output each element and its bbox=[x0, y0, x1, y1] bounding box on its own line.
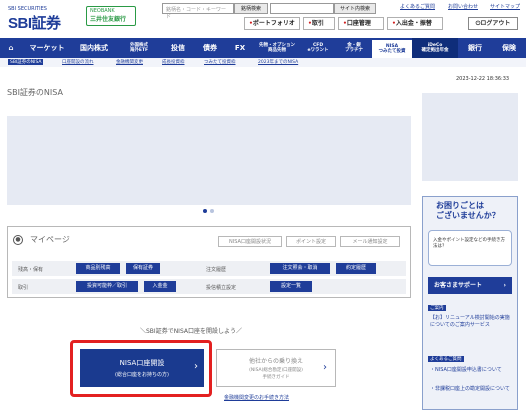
transfer-account-button[interactable]: 他社からの乗り換え (NISA(総合勘定)口座開設) 手続きガイド › bbox=[216, 349, 336, 387]
logo-brand: SBI証券 bbox=[8, 15, 61, 32]
nav-gold[interactable]: 金・銀 プラチナ bbox=[336, 38, 372, 58]
row1-label-holdings: 残高・保有 bbox=[18, 267, 44, 273]
current-datetime: 2023-12-22 18:36:33 bbox=[456, 76, 510, 82]
nav-bond[interactable]: 債券 bbox=[194, 38, 226, 58]
home-icon[interactable]: ⌂ bbox=[0, 38, 22, 58]
change-institution-link[interactable]: 金融機関変更のお手続き方法 bbox=[224, 394, 289, 401]
execution-history-button[interactable]: 約定履歴 bbox=[336, 263, 376, 274]
nisa-status-button[interactable]: NISA口座開設状況 bbox=[218, 236, 282, 247]
nav-nisa[interactable]: NISA つみたて投資 bbox=[372, 38, 412, 58]
subnav-old-nisa[interactable]: 2023年までのNISA bbox=[258, 59, 298, 65]
nav-ideco[interactable]: iDeCo 確定拠出年金 bbox=[412, 38, 458, 58]
subnav-change-institution[interactable]: 金融機関変更 bbox=[116, 59, 143, 65]
account-button[interactable]: •口座管理 bbox=[338, 17, 384, 30]
logout-label: ログアウト bbox=[480, 20, 511, 27]
contact-link[interactable]: お問い合わせ bbox=[448, 3, 478, 10]
nav-fx[interactable]: FX bbox=[226, 38, 254, 58]
site-search-button[interactable]: サイト内検索 bbox=[334, 3, 376, 14]
deposit-button[interactable]: •入出金・振替 bbox=[387, 17, 443, 30]
holdings-button[interactable]: 保有証券 bbox=[126, 263, 160, 274]
help-faq-link-1[interactable]: ・NISA口座開設申込書について bbox=[430, 367, 514, 374]
faq-link[interactable]: よくあるご質問 bbox=[400, 3, 435, 10]
highlight-frame bbox=[70, 340, 212, 397]
user-icon: ● bbox=[13, 235, 23, 245]
chevron-right-icon: › bbox=[503, 282, 506, 289]
bank-logo-line2: 三井住友銀行 bbox=[90, 16, 127, 23]
transfer-line1: 他社からの乗り換え bbox=[248, 358, 303, 365]
deposit-label: 入出金・振替 bbox=[395, 20, 432, 27]
nav-futures[interactable]: 先物・オプション 商品先物 bbox=[254, 38, 300, 58]
nav-market[interactable]: マーケット bbox=[22, 38, 72, 58]
support-label: お客さまサポート bbox=[434, 282, 483, 289]
order-inquiry-button[interactable]: 注文照会・取消 bbox=[270, 263, 330, 274]
subnav-tsumitate[interactable]: つみたて投資枠 bbox=[204, 59, 236, 65]
stock-search-button[interactable]: 銘柄検索 bbox=[234, 3, 268, 14]
nav-cfd[interactable]: CFD eワラント bbox=[300, 38, 336, 58]
deposit-mypage-button[interactable]: 入金金 bbox=[144, 281, 176, 292]
stock-search-input[interactable]: 銘柄名・コード・キーワード bbox=[162, 3, 234, 20]
chevron-right-icon: › bbox=[323, 362, 327, 373]
mypage-title: マイページ bbox=[30, 235, 70, 244]
sitemap-link[interactable]: サイトマップ bbox=[490, 3, 520, 10]
mail-notify-button[interactable]: メール通知設定 bbox=[340, 236, 400, 247]
row1-label-orders: 注文履歴 bbox=[206, 267, 227, 273]
sbi-logo[interactable]: SBI SECURITIES SBI証券 bbox=[8, 6, 74, 32]
row2-label-trade: 取引 bbox=[18, 285, 29, 291]
row2-label-fund-setting: 投信積立設定 bbox=[206, 285, 237, 291]
nav-foreign-stock[interactable]: 外国株式 海外ETF bbox=[116, 38, 162, 58]
help-faq-link-2[interactable]: ・非課税口座上の勘定開設について bbox=[430, 386, 514, 393]
setting-list-button[interactable]: 設定一覧 bbox=[270, 281, 312, 292]
help-title: お困りごとは ございませんか？ bbox=[436, 201, 500, 220]
bank-logo[interactable]: NEOBANK 三井住友銀行 bbox=[86, 6, 136, 26]
open-account-suggest: ＼SBI証券でNISA口座を開設しよう／ bbox=[140, 328, 242, 335]
subnav-open-flow[interactable]: 口座開設の流れ bbox=[62, 59, 94, 65]
help-panel bbox=[422, 196, 518, 410]
trade-label: 取引 bbox=[311, 20, 324, 27]
help-label-info: ご案内 bbox=[428, 305, 446, 311]
point-setting-button[interactable]: ポイント設定 bbox=[286, 236, 336, 247]
sub-nav: SBI証券のNISA 口座開設の流れ 金融機関変更 成長投資枠 つみたて投資枠 … bbox=[0, 58, 526, 67]
side-banner[interactable] bbox=[422, 93, 518, 181]
logout-button[interactable]: ⏻ログアウト bbox=[468, 17, 518, 30]
product-balance-button[interactable]: 商品別残高 bbox=[76, 263, 120, 274]
banner-carousel[interactable] bbox=[7, 116, 411, 205]
nav-domestic-stock[interactable]: 国内株式 bbox=[72, 38, 116, 58]
help-info-link[interactable]: 【お】リニューアル検討開始の実施についてのご案内サービス bbox=[430, 315, 514, 329]
trade-button[interactable]: •取引 bbox=[303, 17, 335, 30]
investable-limit-button[interactable]: 投資可能枠／取引 bbox=[76, 281, 138, 292]
carousel-dot[interactable] bbox=[210, 209, 214, 213]
customer-support-button[interactable]: お客さまサポート › bbox=[428, 277, 512, 294]
nav-fund[interactable]: 投信 bbox=[162, 38, 194, 58]
transfer-line3: 手続きガイド bbox=[262, 375, 290, 380]
portfolio-label: ポートフォリオ bbox=[252, 20, 295, 27]
site-search-input[interactable] bbox=[270, 3, 334, 14]
page-title: SBI証券のNISA bbox=[7, 88, 63, 97]
portfolio-button[interactable]: •ポートフォリオ bbox=[244, 17, 300, 30]
subnav-sbi-nisa[interactable]: SBI証券のNISA bbox=[8, 59, 44, 65]
help-question-bubble[interactable]: 入金やポイント設定などの手続き方法は？ bbox=[428, 230, 512, 266]
help-label-faq: よくあるご質問 bbox=[428, 356, 464, 362]
carousel-dot-active[interactable] bbox=[203, 209, 207, 213]
account-label: 口座管理 bbox=[346, 20, 371, 27]
subnav-growth[interactable]: 成長投資枠 bbox=[162, 59, 185, 65]
nav-bank[interactable]: 銀行 bbox=[458, 38, 492, 58]
main-nav: ⌂ マーケット 国内株式 外国株式 海外ETF 投信 債券 FX 先物・オプショ… bbox=[0, 38, 526, 58]
nav-insurance[interactable]: 保険 bbox=[492, 38, 526, 58]
transfer-line2: (NISA(総合勘定)口座開設) bbox=[249, 368, 303, 373]
